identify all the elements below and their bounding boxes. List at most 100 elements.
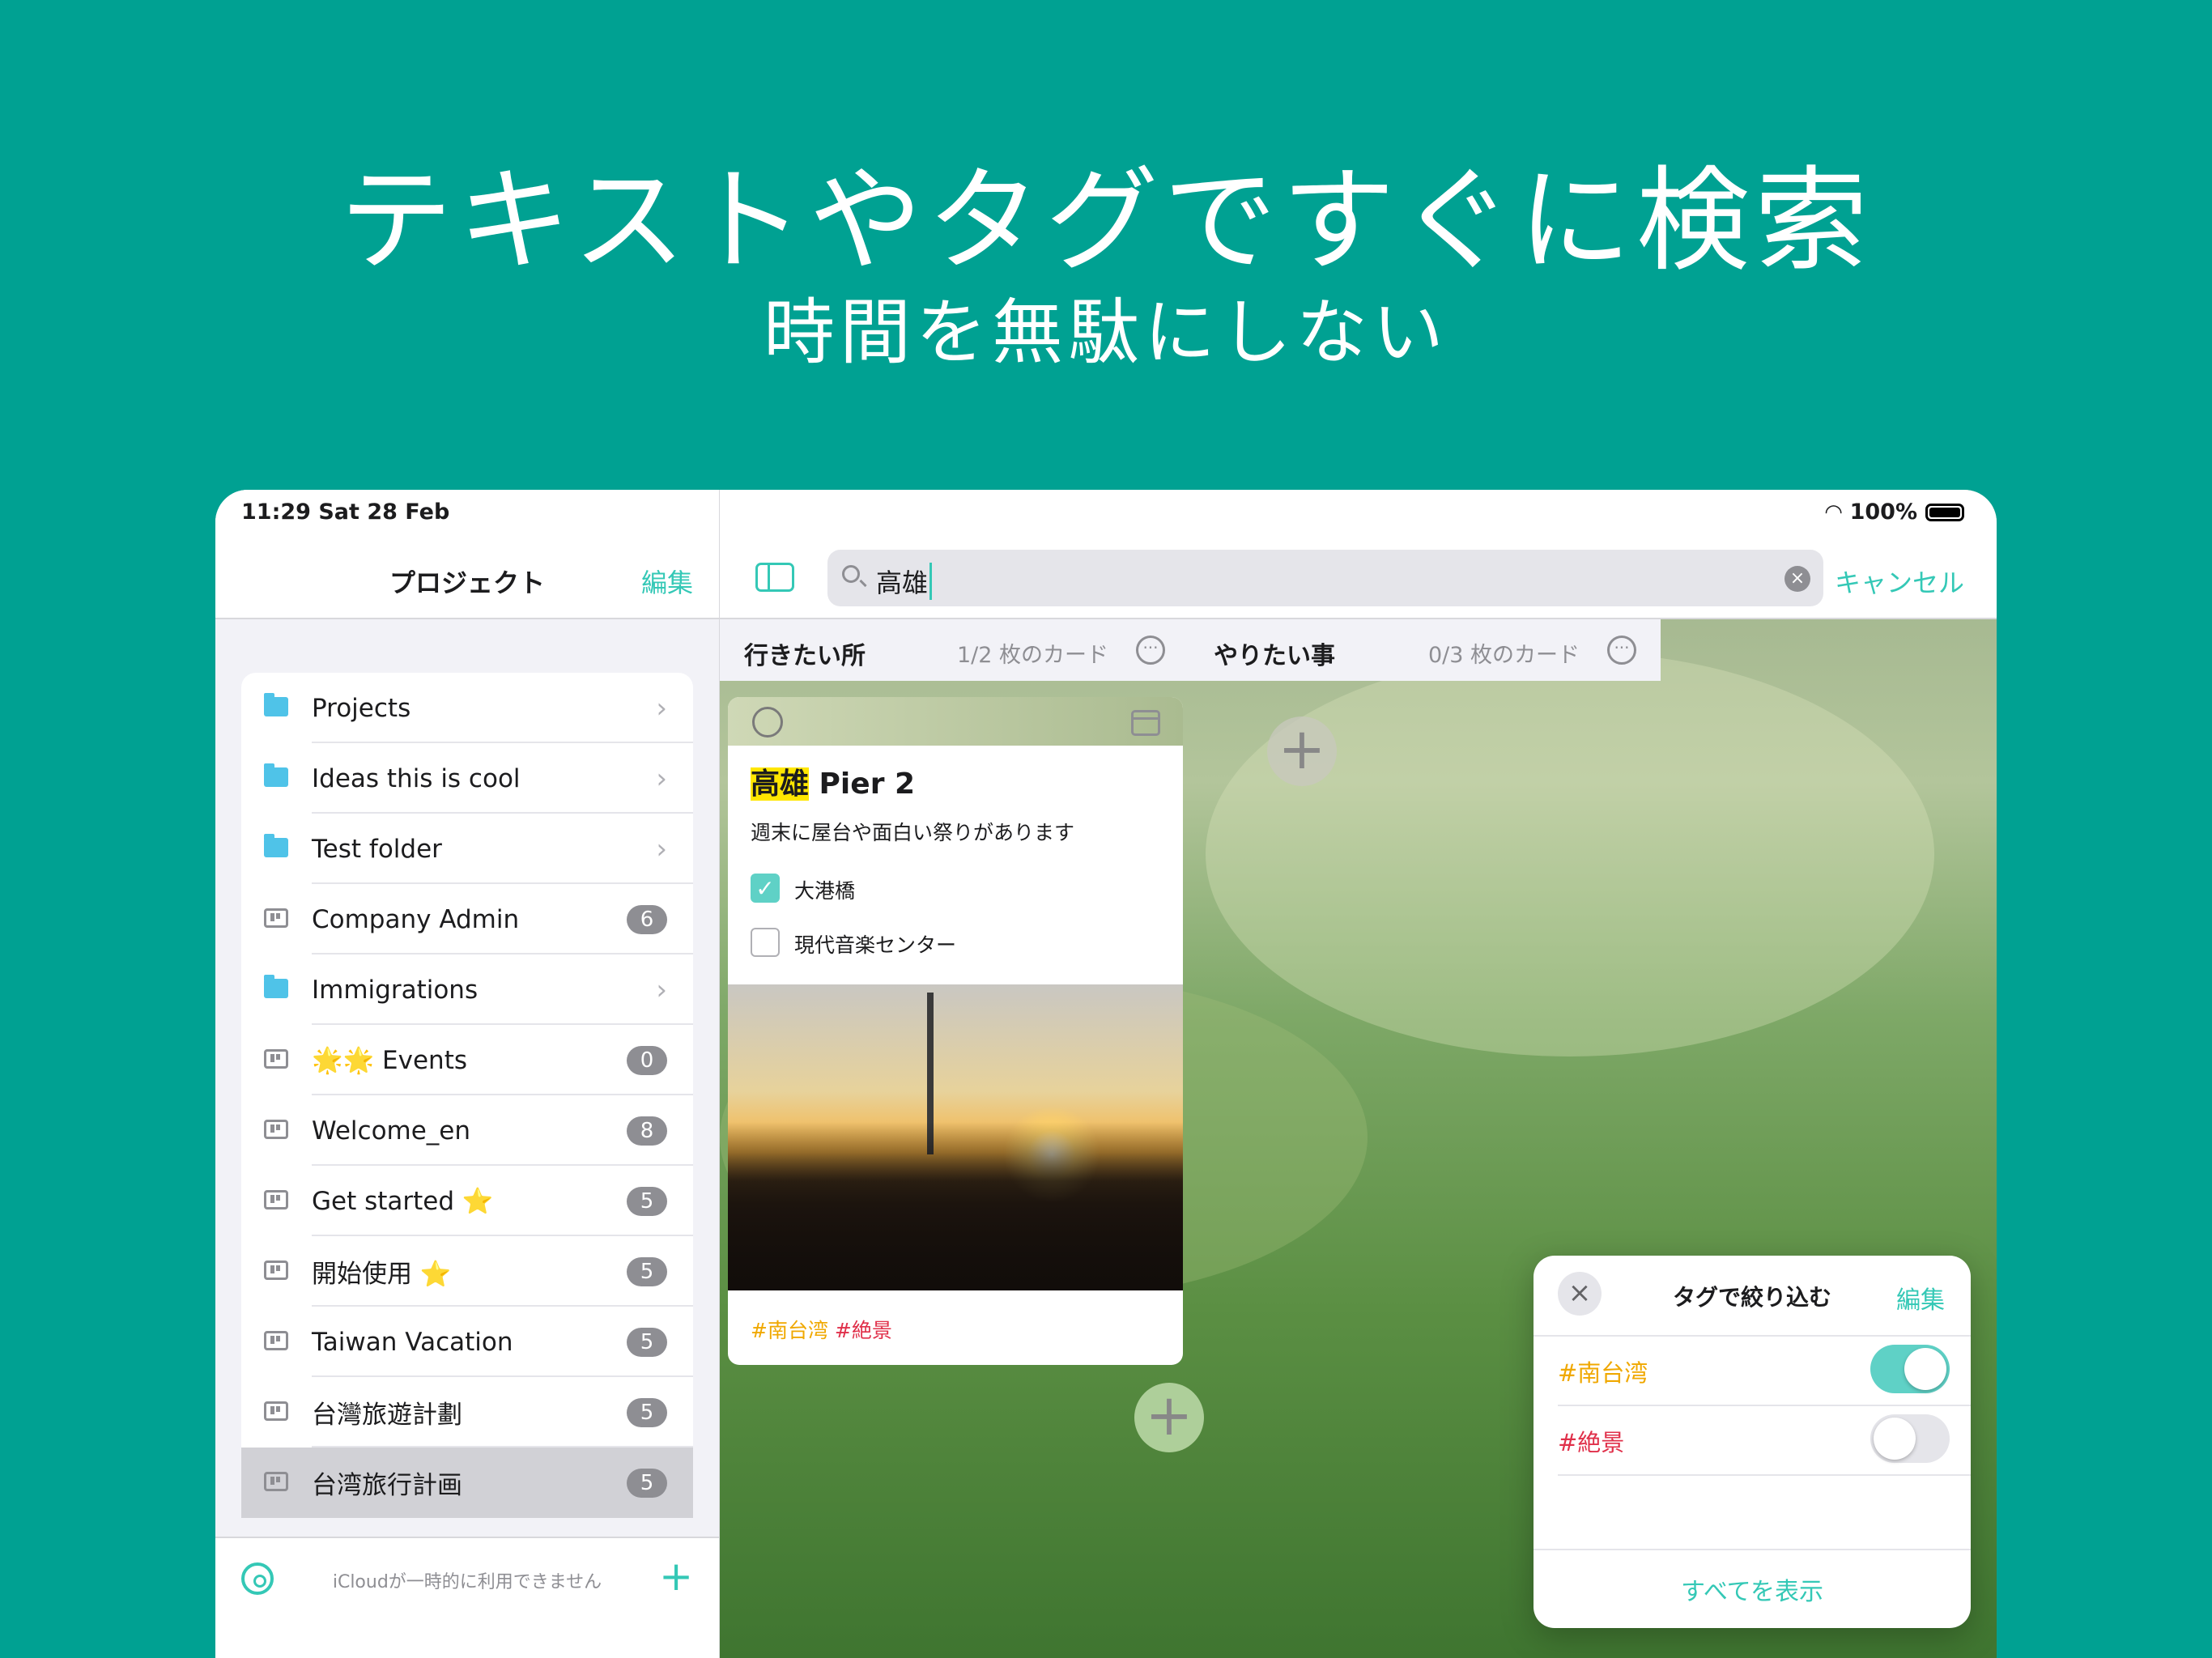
card-title: 高雄 Pier 2 bbox=[751, 760, 915, 802]
filter-toggle-on[interactable] bbox=[1870, 1345, 1950, 1393]
hero-title: テキストやタグですぐに検索 bbox=[339, 155, 1873, 287]
card-description: 週末に屋台や面白い祭りがあります bbox=[751, 821, 1075, 844]
filter-toggle-off[interactable] bbox=[1870, 1414, 1950, 1463]
board-icon bbox=[264, 1049, 288, 1069]
card-tags: #南台湾 #絶景 bbox=[751, 1315, 892, 1344]
sidebar-item-label: 開始使用 ⭐ bbox=[312, 1260, 452, 1289]
chevron-right-icon: › bbox=[656, 691, 667, 725]
card-pier2[interactable]: 高雄 Pier 2 週末に屋台や面白い祭りがあります ✓ 大港橋 現代音楽センタ… bbox=[728, 697, 1183, 1365]
folder-icon bbox=[264, 975, 288, 998]
card-title-rest: Pier 2 bbox=[809, 767, 916, 801]
sidebar-item-projects[interactable]: Projects › bbox=[241, 673, 693, 743]
chevron-right-icon: › bbox=[656, 973, 667, 1006]
divider bbox=[1558, 1405, 1971, 1406]
search-field[interactable]: 高雄 × bbox=[827, 550, 1823, 606]
status-right: ◠ 100% bbox=[1826, 500, 1964, 525]
add-card-button[interactable]: + bbox=[1134, 1383, 1204, 1452]
column-count: 1/2 枚のカード bbox=[956, 643, 1108, 668]
column-title: 行きたい所 bbox=[744, 642, 866, 670]
icloud-status: iCloudが一時的に利用できません bbox=[332, 1572, 602, 1592]
battery-icon bbox=[1925, 503, 1964, 521]
count-badge: 5 bbox=[627, 1468, 667, 1498]
sidebar-toggle-icon[interactable] bbox=[755, 563, 794, 592]
background-blur bbox=[1206, 652, 1934, 1056]
calendar-icon[interactable] bbox=[1131, 710, 1160, 736]
board-icon bbox=[264, 1190, 288, 1209]
search-input[interactable]: 高雄 bbox=[876, 563, 933, 600]
sidebar-edit-button[interactable]: 編集 bbox=[641, 563, 693, 600]
sidebar-item-label: Get started ⭐ bbox=[312, 1187, 494, 1216]
folder-icon bbox=[264, 834, 288, 857]
sidebar-item-kaishi-shiyong[interactable]: 開始使用 ⭐ 5 bbox=[241, 1236, 693, 1307]
sidebar-item-label: Welcome_en bbox=[312, 1116, 471, 1146]
sidebar-header: 11:29 Sat 28 Feb プロジェクト 編集 bbox=[215, 490, 719, 619]
count-badge: 5 bbox=[627, 1327, 667, 1357]
board-icon bbox=[264, 1472, 288, 1491]
checkbox[interactable] bbox=[751, 928, 780, 957]
wifi-icon: ◠ bbox=[1825, 500, 1842, 525]
folder-icon bbox=[264, 693, 288, 716]
sidebar-item-taiwan-vacation[interactable]: Taiwan Vacation 5 bbox=[241, 1307, 693, 1377]
tag-label[interactable]: #南台湾 bbox=[751, 1319, 828, 1342]
sidebar-item-taiwan-trip-zh[interactable]: 台灣旅遊計劃 5 bbox=[241, 1377, 693, 1448]
chevron-right-icon: › bbox=[656, 762, 667, 795]
more-icon[interactable]: ··· bbox=[1607, 636, 1636, 665]
sidebar-item-events[interactable]: 🌟🌟 Events 0 bbox=[241, 1025, 693, 1095]
board-icon bbox=[264, 908, 288, 928]
divider bbox=[1534, 1335, 1971, 1337]
cancel-button[interactable]: キャンセル bbox=[1835, 563, 1964, 600]
checkbox-checked[interactable]: ✓ bbox=[751, 874, 780, 903]
filter-tag-label: #絶景 bbox=[1558, 1429, 1625, 1456]
sidebar-item-label: Taiwan Vacation bbox=[312, 1327, 513, 1357]
filter-tag-label: #南台湾 bbox=[1558, 1359, 1648, 1387]
sidebar-item-ideas[interactable]: Ideas this is cool › bbox=[241, 743, 693, 814]
count-badge: 0 bbox=[627, 1045, 667, 1075]
toolbar: ◠ 100% 高雄 × キャンセル bbox=[720, 490, 1997, 619]
board-canvas: ◠ 100% 高雄 × キャンセル 行きたい所 1/2 枚のカード ··· やり… bbox=[720, 490, 1997, 1658]
count-badge: 6 bbox=[627, 904, 667, 934]
search-icon bbox=[842, 565, 860, 583]
show-all-button[interactable]: すべてを表示 bbox=[1534, 1571, 1971, 1607]
column-title: やりたい事 bbox=[1214, 642, 1335, 670]
divider bbox=[1534, 1549, 1971, 1550]
divider bbox=[1558, 1474, 1971, 1476]
sidebar-item-welcome-en[interactable]: Welcome_en 8 bbox=[241, 1095, 693, 1166]
hero-subtitle: 時間を無駄にしない bbox=[763, 291, 1448, 374]
board-icon bbox=[264, 1401, 288, 1421]
sidebar-item-label: 台湾旅行計画 bbox=[312, 1471, 462, 1500]
count-badge: 5 bbox=[627, 1186, 667, 1216]
sidebar-item-label: Projects bbox=[312, 693, 411, 723]
filter-edit-button[interactable]: 編集 bbox=[1896, 1280, 1945, 1316]
sidebar-item-immigrations[interactable]: Immigrations › bbox=[241, 954, 693, 1025]
board-icon bbox=[264, 1261, 288, 1280]
sidebar-item-get-started[interactable]: Get started ⭐ 5 bbox=[241, 1166, 693, 1236]
checklist-label: 大港橋 bbox=[794, 879, 856, 903]
sidebar-footer: iCloudが一時的に利用できません + bbox=[215, 1537, 719, 1658]
count-badge: 5 bbox=[627, 1397, 667, 1427]
column-header-yaritai: やりたい事 0/3 枚のカード ··· bbox=[1189, 619, 1661, 681]
more-icon[interactable]: ··· bbox=[1136, 636, 1165, 665]
sidebar-item-label: Ideas this is cool bbox=[312, 763, 521, 793]
board-icon bbox=[264, 1331, 288, 1350]
board-icon bbox=[264, 1120, 288, 1139]
sidebar-item-label: 🌟🌟 Events bbox=[312, 1046, 468, 1075]
count-badge: 8 bbox=[627, 1116, 667, 1146]
clear-search-icon[interactable]: × bbox=[1784, 566, 1810, 592]
complete-circle-icon[interactable] bbox=[752, 707, 783, 738]
ipad-screen: 11:29 Sat 28 Feb プロジェクト 編集 Projects › Id… bbox=[215, 490, 1997, 1658]
sidebar-item-label: Immigrations bbox=[312, 975, 479, 1005]
sidebar-item-taiwan-trip-ja[interactable]: 台湾旅行計画 5 bbox=[241, 1448, 693, 1518]
sidebar-item-company-admin[interactable]: Company Admin 6 bbox=[241, 884, 693, 954]
tag-label[interactable]: #絶景 bbox=[835, 1319, 892, 1342]
project-list: Projects › Ideas this is cool › Test fol… bbox=[241, 673, 693, 1518]
count-badge: 5 bbox=[627, 1256, 667, 1286]
search-highlight: 高雄 bbox=[751, 767, 810, 801]
add-project-button[interactable]: + bbox=[659, 1553, 693, 1600]
chevron-right-icon: › bbox=[656, 832, 667, 865]
sidebar-item-label: Test folder bbox=[312, 834, 442, 864]
add-card-button[interactable]: + bbox=[1267, 716, 1337, 786]
card-header bbox=[728, 697, 1183, 746]
sidebar-item-test-folder[interactable]: Test folder › bbox=[241, 814, 693, 884]
checklist-label: 現代音楽センター bbox=[794, 933, 957, 957]
sidebar-item-label: Company Admin bbox=[312, 904, 520, 934]
